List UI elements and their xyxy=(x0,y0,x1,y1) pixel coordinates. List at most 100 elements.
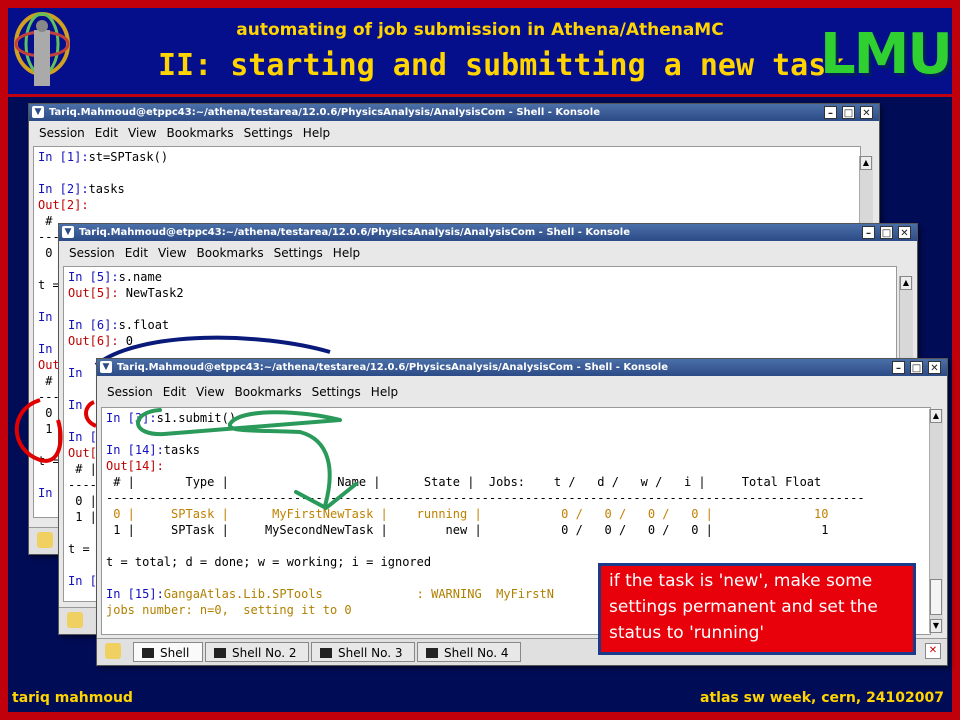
title-bar[interactable]: ▼ Tariq.Mahmoud@etppc43:~/athena/testare… xyxy=(59,224,917,241)
command-text: st=SPTask() xyxy=(88,150,169,164)
menu-view[interactable]: View xyxy=(158,246,186,260)
menu-bookmarks[interactable]: Bookmarks xyxy=(167,126,234,140)
prompt: In [6]: xyxy=(68,318,119,332)
minimize-icon[interactable]: – xyxy=(862,226,875,239)
maximize-icon[interactable]: □ xyxy=(842,106,855,119)
scroll-thumb[interactable] xyxy=(930,579,942,615)
tab-shell-3[interactable]: Shell No. 3 xyxy=(311,642,415,662)
close-icon[interactable]: ✕ xyxy=(860,106,873,119)
terminal-line: Out[2]: xyxy=(38,197,856,213)
slide-subtitle: automating of job submission in Athena/A… xyxy=(236,20,724,40)
lmu-logo: LMU xyxy=(820,22,953,87)
maximize-icon[interactable]: □ xyxy=(880,226,893,239)
terminal-line: In [14]:tasks xyxy=(106,442,926,458)
prompt: Out[6]: xyxy=(68,334,119,348)
menu-bookmarks[interactable]: Bookmarks xyxy=(235,385,302,399)
command-text: s.float xyxy=(118,318,170,332)
window-title: Tariq.Mahmoud@etppc43:~/athena/testarea/… xyxy=(79,227,630,238)
command-text: # | Type | Name | State | Jobs: t / d / … xyxy=(106,475,822,489)
close-icon[interactable]: ✕ xyxy=(928,361,941,374)
maximize-icon[interactable]: □ xyxy=(910,361,923,374)
tab-shell-2[interactable]: Shell No. 2 xyxy=(205,642,309,662)
menu-settings[interactable]: Settings xyxy=(312,385,361,399)
close-session-icon[interactable]: ✕ xyxy=(925,643,941,659)
new-session-icon[interactable] xyxy=(105,643,121,659)
menu-view[interactable]: View xyxy=(196,385,224,399)
scroll-up-icon[interactable]: ▲ xyxy=(860,156,872,170)
menu-session[interactable]: Session xyxy=(69,246,115,260)
command-text: GangaAtlas.Lib.SPTools : WARNING MyFirst… xyxy=(163,587,554,601)
prompt: In xyxy=(68,398,83,412)
menu-session[interactable]: Session xyxy=(107,385,153,399)
terminal-line: Out[6]: 0 xyxy=(68,333,892,349)
close-icon[interactable]: ✕ xyxy=(898,226,911,239)
prompt: Out[ xyxy=(68,446,97,460)
menu-edit[interactable]: Edit xyxy=(163,385,186,399)
terminal-line: In [2]:tasks xyxy=(38,181,856,197)
menu-help[interactable]: Help xyxy=(303,126,330,140)
scroll-up-icon[interactable]: ▲ xyxy=(930,409,942,423)
prompt: In xyxy=(38,486,53,500)
prompt: 1 | xyxy=(68,510,97,524)
command-text: 1 | SPTask | MySecondNewTask | new | 0 /… xyxy=(106,523,829,537)
prompt: 0 | xyxy=(68,494,97,508)
prompt: 1 xyxy=(38,422,53,436)
tab-label: Shell No. 4 xyxy=(444,646,509,660)
prompt: t = xyxy=(38,454,60,468)
command-text: s1.submit() xyxy=(156,411,237,425)
scroll-up-icon[interactable]: ▲ xyxy=(900,276,912,290)
window-menu-icon[interactable]: ▼ xyxy=(32,106,44,118)
menu-bookmarks[interactable]: Bookmarks xyxy=(197,246,264,260)
prompt: Out[5]: xyxy=(68,286,119,300)
menu-help[interactable]: Help xyxy=(371,385,398,399)
prompt: In xyxy=(68,366,83,380)
callout-note: if the task is 'new', make some settings… xyxy=(598,563,916,655)
prompt: In [3]: xyxy=(106,411,157,425)
command-text: 0 xyxy=(118,334,134,348)
prompt: ---- xyxy=(68,478,97,492)
tab-shell[interactable]: Shell xyxy=(133,642,203,662)
prompt: In [ xyxy=(68,574,97,588)
prompt: Out[14]: xyxy=(106,459,164,473)
new-session-icon[interactable] xyxy=(67,612,83,628)
menu-edit[interactable]: Edit xyxy=(95,126,118,140)
tab-label: Shell xyxy=(160,646,190,660)
prompt: In xyxy=(38,310,53,324)
scroll-down-icon[interactable]: ▼ xyxy=(930,619,942,633)
terminal-line: Out[5]: NewTask2 xyxy=(68,285,892,301)
menu-view[interactable]: View xyxy=(128,126,156,140)
command-text: 0 | SPTask | MyFirstNewTask | running | … xyxy=(106,507,829,521)
menu-session[interactable]: Session xyxy=(39,126,85,140)
prompt: 0 xyxy=(38,406,53,420)
prompt: In [15]: xyxy=(106,587,164,601)
prompt: # xyxy=(38,214,53,228)
new-session-icon[interactable] xyxy=(37,532,53,548)
minimize-icon[interactable]: – xyxy=(892,361,905,374)
scrollbar[interactable]: ▲ ▼ xyxy=(929,409,943,633)
footer-author: tariq mahmoud xyxy=(12,690,133,706)
prompt: In [5]: xyxy=(68,270,119,284)
command-text: jobs number: n=0, setting it to 0 xyxy=(106,603,352,617)
menu-edit[interactable]: Edit xyxy=(125,246,148,260)
menu-bar: Session Edit View Bookmarks Settings Help xyxy=(97,381,947,403)
prompt: Out[2]: xyxy=(38,198,89,212)
command-text: t = total; d = done; w = working; i = ig… xyxy=(106,555,432,569)
title-bar[interactable]: ▼ Tariq.Mahmoud@etppc43:~/athena/testare… xyxy=(29,104,879,121)
window-menu-icon[interactable]: ▼ xyxy=(62,226,74,238)
title-band: automating of job submission in Athena/A… xyxy=(8,8,953,97)
menu-help[interactable]: Help xyxy=(333,246,360,260)
menu-settings[interactable]: Settings xyxy=(274,246,323,260)
terminal-line: 1 | SPTask | MySecondNewTask | new | 0 /… xyxy=(106,522,926,538)
window-menu-icon[interactable]: ▼ xyxy=(100,361,112,373)
prompt: t = xyxy=(38,278,60,292)
terminal-line: In [5]:s.name xyxy=(68,269,892,285)
title-bar[interactable]: ▼ Tariq.Mahmoud@etppc43:~/athena/testare… xyxy=(97,359,947,376)
window-title: Tariq.Mahmoud@etppc43:~/athena/testarea/… xyxy=(117,362,668,373)
tab-shell-4[interactable]: Shell No. 4 xyxy=(417,642,521,662)
minimize-icon[interactable]: – xyxy=(824,106,837,119)
menu-settings[interactable]: Settings xyxy=(244,126,293,140)
prompt: --- xyxy=(38,230,60,244)
